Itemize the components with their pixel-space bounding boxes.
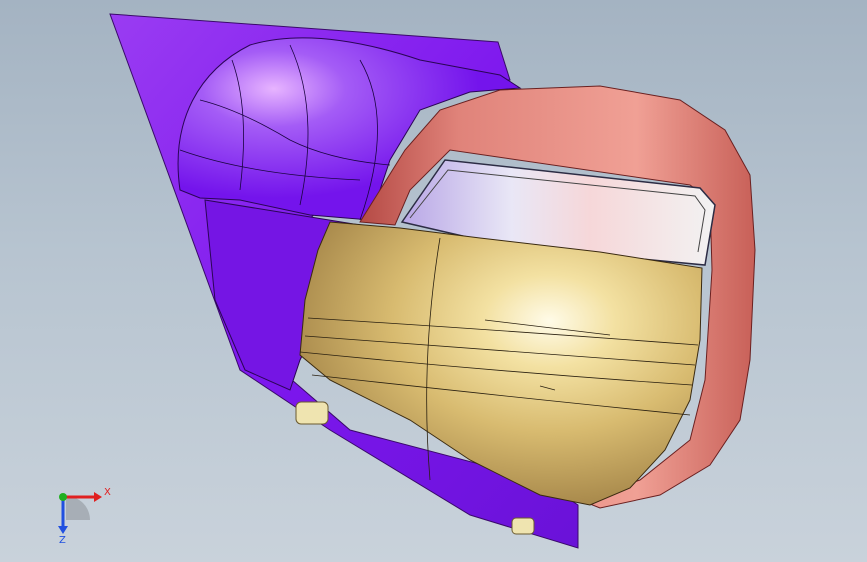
y-axis-dot xyxy=(59,493,67,501)
triad-shadow xyxy=(66,496,90,520)
x-axis-arrow-icon xyxy=(94,492,102,502)
3d-viewport[interactable]: X Z xyxy=(0,0,867,562)
x-axis-label: X xyxy=(104,487,111,498)
cad-model[interactable] xyxy=(0,0,867,562)
mirror-cover-lower[interactable] xyxy=(299,221,703,506)
mounting-tab[interactable] xyxy=(295,401,329,425)
z-axis-arrow-icon xyxy=(58,526,68,534)
orientation-triad: X Z xyxy=(58,487,111,544)
z-axis-label: Z xyxy=(59,535,66,544)
mounting-tab[interactable] xyxy=(511,517,535,535)
